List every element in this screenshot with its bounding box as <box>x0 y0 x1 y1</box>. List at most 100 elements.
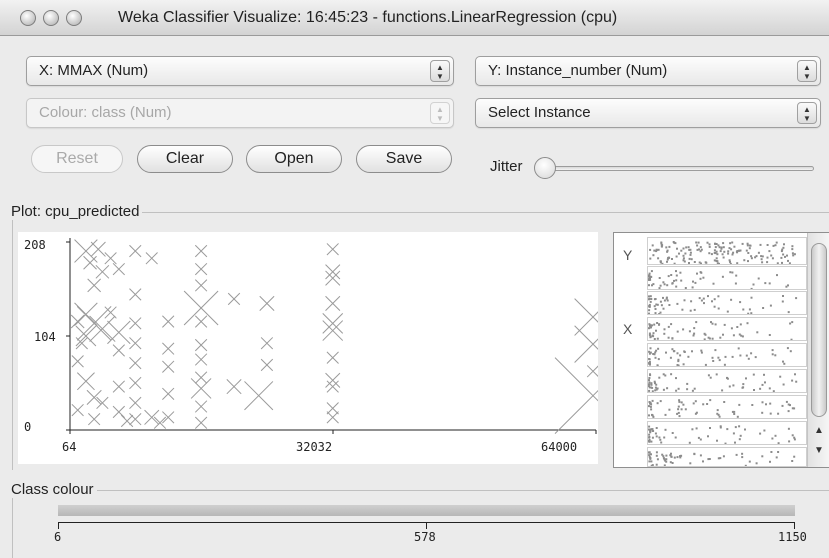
scatter-point[interactable] <box>70 314 85 329</box>
scatter-point[interactable] <box>75 325 97 347</box>
scatter-point[interactable] <box>120 414 134 428</box>
attribute-strip[interactable] <box>647 395 807 419</box>
attribute-strip[interactable] <box>647 237 807 265</box>
scatter-point[interactable] <box>194 338 208 352</box>
strip-dot <box>764 282 767 285</box>
clear-button[interactable]: Clear <box>137 145 233 173</box>
strip-dot <box>684 287 687 289</box>
jitter-slider-track[interactable] <box>546 166 814 171</box>
attribute-matrix-panel[interactable]: Y X ▲ ▼ <box>613 232 829 468</box>
attribute-strip[interactable] <box>647 266 807 290</box>
reset-button[interactable]: Reset <box>31 145 123 173</box>
attribute-strip[interactable] <box>647 291 807 315</box>
scatter-point[interactable] <box>326 402 339 415</box>
scatter-point[interactable] <box>260 337 274 350</box>
scatter-point[interactable] <box>88 413 101 426</box>
scatter-point[interactable] <box>244 381 274 411</box>
scatter-point[interactable] <box>144 409 160 425</box>
scatter-point[interactable] <box>325 295 341 312</box>
scatter-point[interactable] <box>190 378 212 399</box>
scatter-point[interactable] <box>129 376 142 390</box>
scatter-point[interactable] <box>129 337 142 350</box>
attribute-strip[interactable] <box>647 317 807 341</box>
attribute-strip[interactable] <box>647 369 807 393</box>
scroll-up-arrow-icon[interactable]: ▲ <box>814 425 824 436</box>
scatter-point[interactable] <box>325 372 341 388</box>
scatter-point[interactable] <box>129 317 142 330</box>
y-axis-select[interactable]: Y: Instance_number (Num) ▲ ▼ <box>475 56 821 86</box>
scatter-point[interactable] <box>194 315 208 328</box>
scatter-point[interactable] <box>194 353 208 366</box>
scatter-point[interactable] <box>326 380 339 393</box>
scatter-point[interactable] <box>145 252 158 265</box>
matrix-scrollbar-thumb[interactable] <box>811 243 827 417</box>
select-instance-select[interactable]: Select Instance ▲ ▼ <box>475 98 821 128</box>
scatter-point[interactable] <box>112 262 125 276</box>
scatter-point[interactable] <box>95 264 110 279</box>
scatter-point[interactable] <box>260 358 274 372</box>
scatter-point[interactable] <box>162 342 175 355</box>
scatter-point[interactable] <box>227 292 241 306</box>
scatter-point[interactable] <box>194 262 208 276</box>
save-button[interactable]: Save <box>356 145 452 173</box>
scatter-point[interactable] <box>162 360 175 373</box>
scatter-point[interactable] <box>112 380 125 393</box>
open-button[interactable]: Open <box>246 145 342 173</box>
scatter-point[interactable] <box>71 355 84 368</box>
scatter-point[interactable] <box>129 244 142 258</box>
scatter-point[interactable] <box>112 405 125 419</box>
scatter-point[interactable] <box>107 320 131 345</box>
strip-dot <box>673 456 676 459</box>
scatter-point[interactable] <box>162 411 175 424</box>
zoom-window-icon[interactable] <box>66 10 82 26</box>
scatter-point[interactable] <box>104 252 117 265</box>
scatter-point[interactable] <box>104 306 117 319</box>
scroll-down-arrow-icon[interactable]: ▼ <box>814 445 824 456</box>
scatter-point[interactable] <box>554 357 632 435</box>
scatter-point[interactable] <box>162 387 175 400</box>
scatter-point[interactable] <box>586 365 600 378</box>
scatter-plot-area[interactable] <box>18 232 632 464</box>
scatter-point[interactable] <box>129 288 142 301</box>
scatter-point[interactable] <box>129 413 142 426</box>
colour-select[interactable]: Colour: class (Num) ▲ ▼ <box>26 98 454 128</box>
scatter-point[interactable] <box>76 372 95 391</box>
scatter-point[interactable] <box>90 241 106 257</box>
x-axis-select[interactable]: X: MMAX (Num) ▲ ▼ <box>26 56 454 86</box>
strip-dot <box>677 387 680 390</box>
scatter-point[interactable] <box>86 389 102 406</box>
attribute-strip[interactable] <box>647 421 807 445</box>
matrix-scrollbar[interactable]: ▲ ▼ <box>807 233 829 467</box>
scatter-point[interactable] <box>259 295 275 312</box>
scatter-point[interactable] <box>326 243 339 256</box>
close-window-icon[interactable] <box>20 10 36 26</box>
jitter-slider-thumb[interactable] <box>534 157 556 179</box>
scatter-point[interactable] <box>194 279 208 292</box>
scatter-point[interactable] <box>96 396 109 410</box>
scatter-point[interactable] <box>194 244 208 258</box>
scatter-point[interactable] <box>153 416 167 429</box>
minimize-window-icon[interactable] <box>43 10 59 26</box>
scatter-point[interactable] <box>129 396 142 410</box>
strip-dot <box>698 297 701 300</box>
scatter-point[interactable] <box>76 305 112 341</box>
scatter-point[interactable] <box>325 270 341 286</box>
scatter-point[interactable] <box>194 416 208 429</box>
scatter-point[interactable] <box>183 290 219 326</box>
scatter-point[interactable] <box>75 337 88 350</box>
attribute-strip[interactable] <box>647 343 807 367</box>
scatter-point[interactable] <box>71 403 84 417</box>
scatter-plot[interactable] <box>18 232 632 464</box>
attribute-strip[interactable] <box>647 447 807 467</box>
scatter-point[interactable] <box>162 315 175 328</box>
scatter-point[interactable] <box>326 351 339 364</box>
scatter-point[interactable] <box>325 264 341 280</box>
scatter-point[interactable] <box>326 411 339 424</box>
scatter-point[interactable] <box>112 344 125 357</box>
scatter-point[interactable] <box>226 379 242 395</box>
scatter-point[interactable] <box>194 371 208 384</box>
scatter-point[interactable] <box>129 356 142 370</box>
scatter-point[interactable] <box>194 400 208 413</box>
scatter-point[interactable] <box>87 278 102 293</box>
scatter-point[interactable] <box>83 255 97 270</box>
